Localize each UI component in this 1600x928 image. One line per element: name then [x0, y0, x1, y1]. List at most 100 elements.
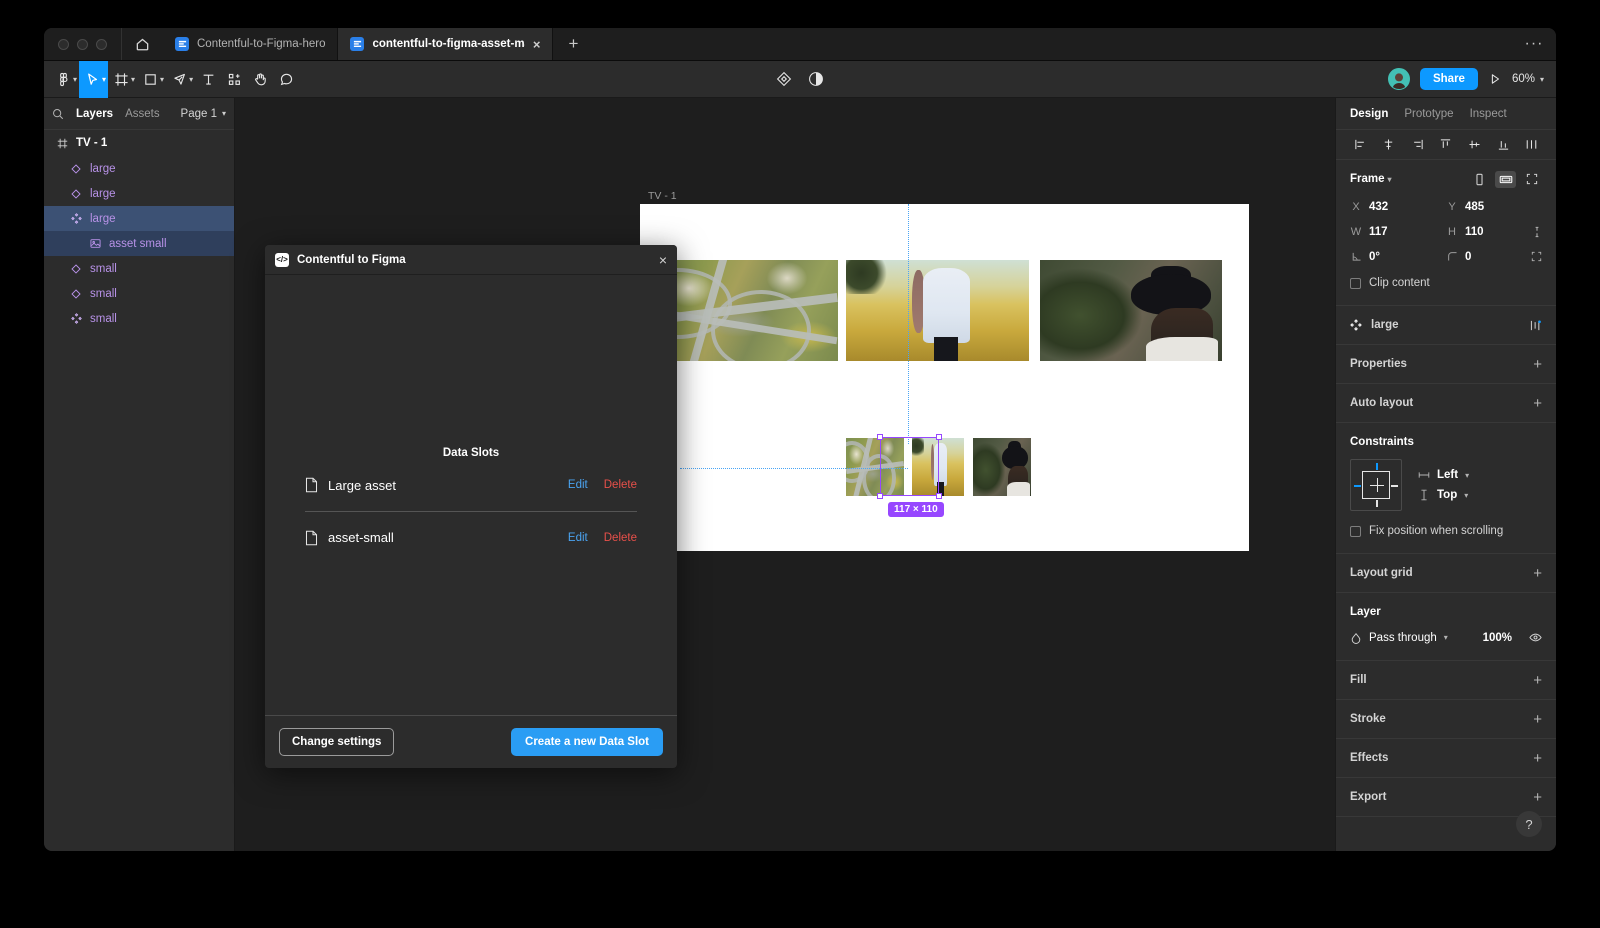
photo-woman-black-hat[interactable] [1040, 260, 1222, 361]
vertical-constraint-select[interactable]: Top ▾ [1418, 489, 1469, 501]
sidebar-layer-large-3[interactable]: large [44, 206, 234, 231]
photo-aerial-highway[interactable] [656, 260, 838, 361]
constraints-grid-control[interactable] [1350, 459, 1402, 511]
chevron-down-icon[interactable]: ▾ [160, 75, 164, 84]
selection-handle-bl[interactable] [877, 493, 883, 499]
resources-tool-icon[interactable] [221, 61, 247, 98]
edit-data-slot-button[interactable]: Edit [568, 479, 588, 491]
component-instance-row[interactable]: large [1336, 306, 1556, 345]
frame-tool-icon[interactable]: ▾ [108, 61, 137, 98]
home-icon[interactable] [121, 28, 163, 60]
add-auto-layout-button[interactable]: + [1533, 395, 1542, 412]
zoom-level-selector[interactable]: 60% ▾ [1512, 73, 1544, 85]
share-button[interactable]: Share [1420, 68, 1478, 90]
align-vertical-center-icon[interactable] [1468, 138, 1481, 151]
align-horizontal-center-icon[interactable] [1382, 138, 1395, 151]
chevron-down-icon[interactable]: ▾ [102, 75, 106, 84]
tab-design[interactable]: Design [1350, 108, 1388, 120]
layout-grid-section[interactable]: Layout grid + [1336, 554, 1556, 593]
selection-handle-tr[interactable] [936, 434, 942, 440]
x-field[interactable]: X 432 [1350, 194, 1446, 219]
independent-corners-icon[interactable] [1531, 251, 1542, 262]
play-icon[interactable] [1488, 72, 1502, 86]
eye-icon[interactable] [1529, 631, 1542, 644]
maximize-window-button[interactable] [96, 39, 107, 50]
width-field[interactable]: W 117 [1350, 219, 1446, 244]
y-field[interactable]: Y 485 [1446, 194, 1542, 219]
corner-radius-field[interactable]: 0 [1446, 244, 1542, 269]
sidebar-layer-large-1[interactable]: large [44, 156, 234, 181]
comment-tool-icon[interactable] [273, 61, 299, 98]
selection-handle-br[interactable] [936, 493, 942, 499]
proportion-lock-icon[interactable] [1532, 226, 1542, 238]
user-avatar[interactable] [1388, 68, 1410, 90]
align-right-icon[interactable] [1411, 138, 1424, 151]
tab-contentful-to-figma-hero[interactable]: Contentful-to-Figma-hero [163, 28, 338, 60]
stroke-section[interactable]: Stroke + [1336, 700, 1556, 739]
left-tab-assets[interactable]: Assets [125, 108, 160, 120]
help-button[interactable]: ? [1516, 811, 1542, 837]
chevron-down-icon[interactable]: ▾ [189, 75, 193, 84]
clip-content-row[interactable]: Clip content [1350, 271, 1542, 295]
sidebar-layer-small-3[interactable]: small [44, 306, 234, 331]
fill-section[interactable]: Fill + [1336, 661, 1556, 700]
photo-woman-wheat-field[interactable] [846, 260, 1029, 361]
page-selector[interactable]: Page 1 ▾ [181, 108, 226, 120]
tab-contentful-to-figma-asset-management[interactable]: contentful-to-figma-asset-management × [338, 28, 553, 60]
distribute-icon[interactable] [1525, 138, 1538, 151]
create-data-slot-button[interactable]: Create a new Data Slot [511, 728, 663, 756]
actions-diamond-icon[interactable] [776, 71, 792, 87]
rotation-field[interactable]: 0° [1350, 244, 1446, 269]
horizontal-constraint-select[interactable]: Left ▾ [1418, 469, 1469, 481]
dev-mode-icon[interactable] [808, 71, 824, 87]
tab-inspect[interactable]: Inspect [1470, 108, 1507, 120]
clip-content-checkbox[interactable] [1350, 278, 1361, 289]
layer-root-tv-1[interactable]: TV - 1 [44, 130, 234, 156]
close-icon[interactable]: × [659, 252, 667, 268]
sidebar-layer-small-1[interactable]: small [44, 256, 234, 281]
align-left-icon[interactable] [1354, 138, 1367, 151]
shape-tool-icon[interactable]: ▾ [137, 61, 166, 98]
photo-woman-black-hat-small[interactable] [973, 438, 1031, 496]
chevron-down-icon[interactable]: ▾ [1444, 633, 1448, 642]
add-effect-button[interactable]: + [1533, 750, 1542, 767]
align-top-icon[interactable] [1439, 138, 1452, 151]
delete-data-slot-button[interactable]: Delete [604, 532, 637, 544]
height-field[interactable]: H 110 [1446, 219, 1542, 244]
fix-position-row[interactable]: Fix position when scrolling [1350, 519, 1542, 543]
effects-section[interactable]: Effects + [1336, 739, 1556, 778]
chevron-down-icon[interactable]: ▾ [131, 75, 135, 84]
delete-data-slot-button[interactable]: Delete [604, 479, 637, 491]
window-more-menu-icon[interactable]: ··· [1512, 28, 1556, 60]
move-tool-icon[interactable]: ▾ [79, 61, 108, 98]
sidebar-layer-asset-small[interactable]: asset small [44, 231, 234, 256]
align-bottom-icon[interactable] [1497, 138, 1510, 151]
sidebar-layer-large-2[interactable]: large [44, 181, 234, 206]
canvas-frame-label[interactable]: TV - 1 [648, 190, 677, 202]
add-layout-grid-button[interactable]: + [1533, 565, 1542, 582]
device-landscape-icon[interactable] [1495, 171, 1516, 188]
add-fill-button[interactable]: + [1533, 672, 1542, 689]
figma-menu-icon[interactable]: ▾ [50, 61, 79, 98]
new-tab-button[interactable]: + [553, 28, 593, 60]
close-window-button[interactable] [58, 39, 69, 50]
blend-mode-icon[interactable] [1350, 632, 1362, 644]
text-tool-icon[interactable] [195, 61, 221, 98]
fit-icon[interactable] [1521, 171, 1542, 188]
blend-mode-value[interactable]: Pass through [1369, 632, 1437, 644]
auto-layout-section[interactable]: Auto layout + [1336, 384, 1556, 423]
opacity-value[interactable]: 100% [1483, 632, 1512, 644]
change-settings-button[interactable]: Change settings [279, 728, 394, 756]
pen-tool-icon[interactable]: ▾ [166, 61, 195, 98]
add-stroke-button[interactable]: + [1533, 711, 1542, 728]
minimize-window-button[interactable] [77, 39, 88, 50]
properties-section[interactable]: Properties + [1336, 345, 1556, 384]
chevron-down-icon[interactable]: ▾ [73, 75, 77, 84]
hand-tool-icon[interactable] [247, 61, 273, 98]
selection-handle-tl[interactable] [877, 434, 883, 440]
add-property-button[interactable]: + [1533, 356, 1542, 373]
close-tab-icon[interactable]: × [533, 37, 541, 52]
search-icon[interactable] [52, 108, 64, 120]
swap-instance-icon[interactable] [1529, 319, 1542, 332]
canvas-frame-tv-1[interactable] [640, 204, 1249, 551]
